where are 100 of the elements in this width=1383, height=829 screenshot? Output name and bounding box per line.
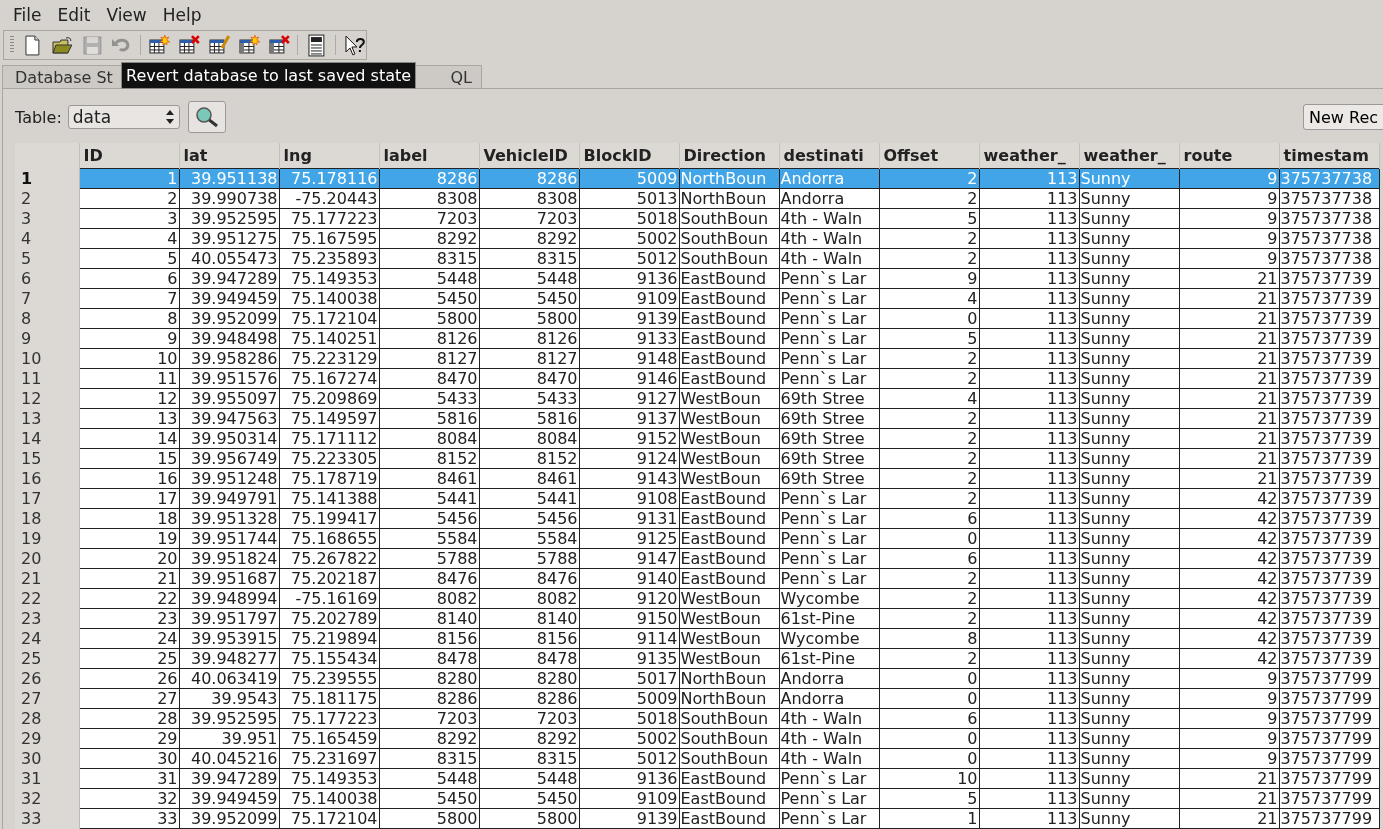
menu-item[interactable]: File (5, 5, 50, 25)
row-header[interactable]: 13 (15, 408, 79, 429)
row-header[interactable]: 24 (15, 628, 79, 649)
row-header[interactable]: 5 (15, 248, 79, 269)
table-cell: 9143 (579, 468, 679, 489)
column-header[interactable]: VehicleID (479, 143, 579, 169)
table-cell: 75.167595 (279, 228, 379, 249)
table-cell: 8084 (379, 428, 479, 449)
row-header[interactable]: 19 (15, 528, 79, 549)
table-cell: 75.165459 (279, 728, 379, 749)
table-cell: 13 (79, 408, 179, 429)
table-cell: Sunny (1079, 448, 1179, 469)
table-cell: 39.990738 (179, 188, 279, 209)
row-header[interactable]: 28 (15, 708, 79, 729)
row-header[interactable]: 25 (15, 648, 79, 669)
table-cell: 9125 (579, 528, 679, 549)
column-header[interactable]: destinati (779, 143, 879, 169)
table-cell: 8280 (379, 668, 479, 689)
table-cell: 8476 (379, 568, 479, 589)
table-cell: Andorra (779, 188, 879, 209)
row-header[interactable]: 31 (15, 768, 79, 789)
row-header[interactable]: 26 (15, 668, 79, 689)
table-cell: Penn`s Lar (779, 568, 879, 589)
table-cell: 9147 (579, 548, 679, 569)
column-header[interactable]: BlockID (579, 143, 679, 169)
column-header[interactable]: timestam (1279, 143, 1379, 169)
row-header[interactable]: 12 (15, 388, 79, 409)
row-header[interactable]: 7 (15, 288, 79, 309)
table-cell: 375737739 (1279, 468, 1379, 489)
table-cell: 9148 (579, 348, 679, 369)
row-header[interactable]: 32 (15, 788, 79, 809)
row-header[interactable]: 2 (15, 188, 79, 209)
row-header[interactable]: 9 (15, 328, 79, 349)
table-cell: 21 (1179, 328, 1279, 349)
row-header[interactable]: 11 (15, 368, 79, 389)
table-cell: 8280 (479, 668, 579, 689)
search-button[interactable] (187, 101, 226, 133)
row-header[interactable]: 17 (15, 488, 79, 509)
table-cell: 75.171112 (279, 428, 379, 449)
table-cell: 39.955097 (179, 388, 279, 409)
table-cell: 8315 (379, 248, 479, 269)
column-header[interactable]: lng (279, 143, 379, 169)
column-header[interactable]: label (379, 143, 479, 169)
table-cell: 113 (979, 368, 1079, 389)
column-header[interactable]: weather_ (979, 143, 1079, 169)
whats-this-icon[interactable] (343, 33, 367, 57)
table-cell: 7203 (479, 208, 579, 229)
column-header[interactable]: ID (79, 143, 179, 169)
menu-item[interactable]: View (98, 5, 155, 25)
table-cell: SouthBoun (679, 728, 779, 749)
table-cell: Sunny (1079, 308, 1179, 329)
table-edit-icon[interactable] (207, 33, 231, 57)
row-header[interactable]: 3 (15, 208, 79, 229)
row-header[interactable]: 10 (15, 348, 79, 369)
table-add-icon[interactable] (148, 33, 172, 57)
row-header[interactable]: 14 (15, 428, 79, 449)
row-header[interactable]: 30 (15, 748, 79, 769)
table-cell: 25 (79, 648, 179, 669)
row-header[interactable]: 18 (15, 508, 79, 529)
table-cell: 0 (879, 728, 979, 749)
index-add-icon[interactable] (237, 33, 261, 57)
row-header[interactable]: 22 (15, 588, 79, 609)
table-cell: 8286 (379, 688, 479, 709)
table-cell: 9139 (579, 808, 679, 829)
table-cell: 5584 (379, 528, 479, 549)
table-cell: 75.223129 (279, 348, 379, 369)
row-header[interactable]: 1 (15, 168, 79, 189)
row-header[interactable]: 27 (15, 688, 79, 709)
menu-item[interactable]: Edit (49, 5, 99, 25)
row-header[interactable]: 16 (15, 468, 79, 489)
index-delete-icon[interactable] (267, 33, 291, 57)
table-delete-icon[interactable] (178, 33, 201, 57)
table-select[interactable]: data (67, 105, 180, 129)
table-cell: 9109 (579, 288, 679, 309)
row-header[interactable]: 8 (15, 308, 79, 329)
row-header[interactable]: 6 (15, 268, 79, 289)
row-header[interactable]: 21 (15, 568, 79, 589)
table-cell: 9 (1179, 748, 1279, 769)
table-cell: Sunny (1079, 568, 1179, 589)
menu-item[interactable]: Help (154, 5, 210, 25)
column-header[interactable]: Offset (879, 143, 979, 169)
column-header[interactable]: weather_ (1079, 143, 1179, 169)
row-header[interactable]: 4 (15, 228, 79, 249)
table-cell: 75.202789 (279, 608, 379, 629)
row-header[interactable]: 29 (15, 728, 79, 749)
table-cell: WestBoun (679, 628, 779, 649)
column-header[interactable]: Direction (679, 143, 779, 169)
column-header[interactable]: lat (179, 143, 279, 169)
table-cell: 21 (79, 568, 179, 589)
table-cell: 42 (1179, 628, 1279, 649)
table-cell: 0 (879, 308, 979, 329)
row-header[interactable]: 15 (15, 448, 79, 469)
table-cell: EastBound (679, 528, 779, 549)
row-header[interactable]: 20 (15, 548, 79, 569)
new-record-button[interactable]: New Rec (1303, 104, 1383, 130)
table-cell: 7203 (479, 708, 579, 729)
row-header[interactable]: 23 (15, 608, 79, 629)
row-header[interactable]: 33 (15, 808, 79, 829)
toolbar-grip[interactable] (10, 36, 14, 54)
column-header[interactable]: route (1179, 143, 1279, 169)
